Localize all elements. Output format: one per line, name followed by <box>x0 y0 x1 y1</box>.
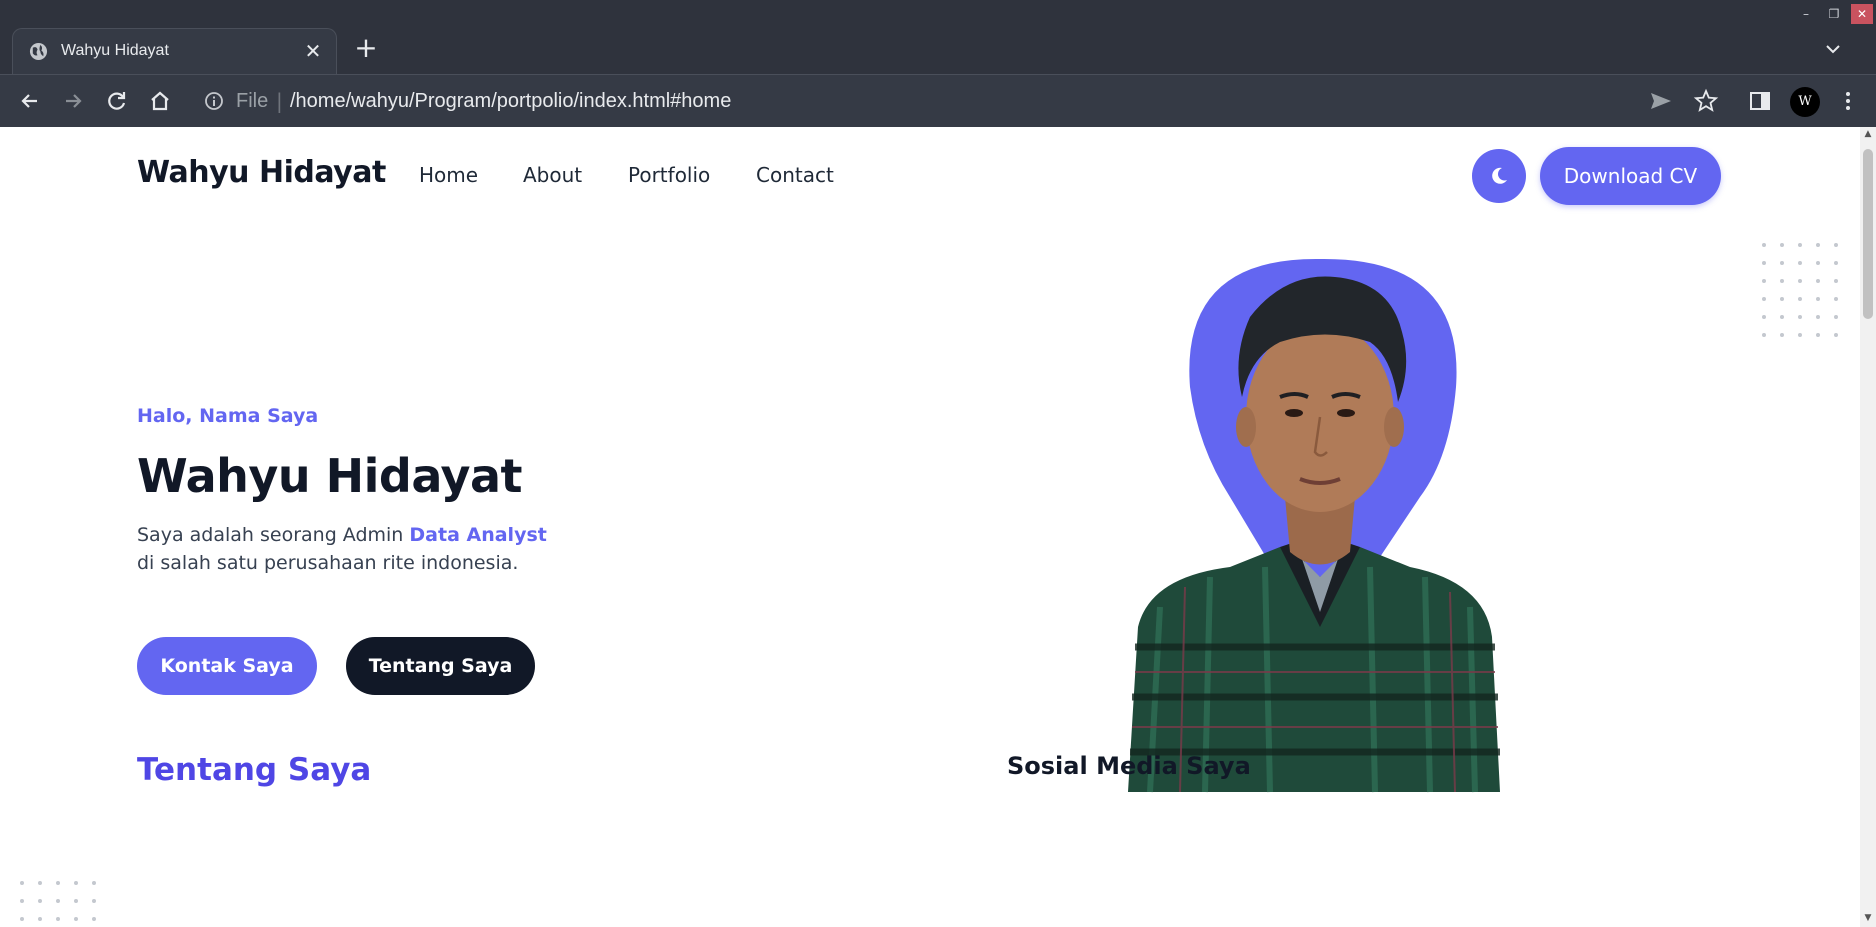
site-header: Wahyu Hidayat Home About Portfolio Conta… <box>0 127 1860 217</box>
toolbar: File | /home/wahyu/Program/portpolio/ind… <box>0 74 1876 127</box>
hero-greeting: Halo, Nama Saya <box>137 405 319 427</box>
hero-description: Saya adalah seorang Admin Data Analyst di… <box>137 521 697 577</box>
kebab-menu-icon[interactable] <box>1834 87 1862 115</box>
moon-icon <box>1492 167 1507 184</box>
home-icon[interactable] <box>146 87 174 115</box>
nav-home[interactable]: Home <box>419 163 478 187</box>
hero-desc-prefix: Saya adalah seorang Admin <box>137 524 410 546</box>
page-scrollbar[interactable]: ▲ ▼ <box>1860 127 1876 927</box>
plus-icon[interactable]: + <box>354 34 378 62</box>
scroll-down-icon[interactable]: ▼ <box>1863 913 1873 923</box>
browser-tab-active[interactable]: Wahyu Hidayat ✕ <box>12 28 337 74</box>
decorative-dots-bottom <box>20 881 100 921</box>
profile-avatar[interactable]: W <box>1790 87 1820 117</box>
forward-icon[interactable] <box>59 87 87 115</box>
about-button[interactable]: Tentang Saya <box>346 637 535 695</box>
window-close-icon[interactable]: ✕ <box>1851 4 1873 24</box>
theme-toggle-button[interactable] <box>1472 149 1526 203</box>
url-text[interactable]: /home/wahyu/Program/portpolio/index.html… <box>290 90 731 113</box>
nav-portfolio[interactable]: Portfolio <box>628 163 710 187</box>
hero-desc-line2: di salah satu perusahaan rite indonesia. <box>137 552 519 574</box>
info-icon[interactable] <box>204 91 224 111</box>
page-viewport: Wahyu Hidayat Home About Portfolio Conta… <box>0 127 1860 927</box>
nav-about[interactable]: About <box>523 163 582 187</box>
url-scheme: File <box>236 90 269 112</box>
send-icon[interactable] <box>1647 87 1675 115</box>
nav-contact[interactable]: Contact <box>756 163 834 187</box>
close-icon[interactable]: ✕ <box>302 40 324 62</box>
back-icon[interactable] <box>16 87 44 115</box>
profile-photo <box>1128 258 1500 793</box>
scroll-up-icon[interactable]: ▲ <box>1863 129 1873 139</box>
site-brand[interactable]: Wahyu Hidayat <box>137 155 386 190</box>
browser-chrome: Wahyu Hidayat ✕ + – ❐ ✕ File | /home/wah… <box>0 0 1876 127</box>
social-section-title: Sosial Media Saya <box>1007 752 1251 780</box>
tab-title: Wahyu Hidayat <box>61 42 169 59</box>
star-icon[interactable] <box>1692 87 1720 115</box>
reload-icon[interactable] <box>103 87 131 115</box>
sidepanel-icon[interactable] <box>1746 87 1774 115</box>
globe-icon <box>29 42 48 61</box>
tab-strip: Wahyu Hidayat ✕ + – ❐ ✕ <box>0 0 1876 74</box>
scroll-thumb[interactable] <box>1863 149 1873 319</box>
address-bar[interactable]: File | /home/wahyu/Program/portpolio/ind… <box>190 81 1660 121</box>
about-section-title: Tentang Saya <box>137 752 372 788</box>
contact-button[interactable]: Kontak Saya <box>137 637 317 695</box>
decorative-dots <box>1762 243 1842 343</box>
hero-desc-highlight: Data Analyst <box>409 524 547 546</box>
url-separator: | <box>276 89 283 113</box>
hero-name: Wahyu Hidayat <box>137 449 522 503</box>
download-cv-button[interactable]: Download CV <box>1540 147 1721 205</box>
restore-icon[interactable]: ❐ <box>1823 4 1845 24</box>
chevron-down-icon[interactable] <box>1822 38 1844 60</box>
minimize-icon[interactable]: – <box>1795 4 1817 24</box>
